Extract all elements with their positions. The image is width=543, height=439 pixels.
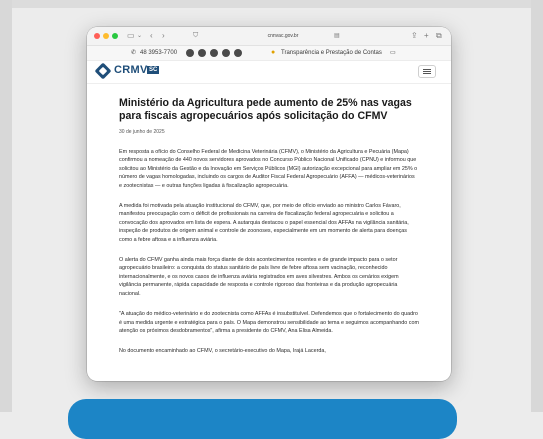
close-window-button[interactable] bbox=[94, 33, 100, 39]
phone-icon: ✆ bbox=[131, 50, 137, 56]
site-logo-badge: SC bbox=[147, 66, 160, 74]
reader-icon[interactable]: ▤ bbox=[334, 31, 340, 42]
article-paragraph: A medida foi motivada pela atuação insti… bbox=[119, 203, 409, 243]
threads-icon[interactable] bbox=[234, 49, 242, 57]
article-paragraph: "A atuação do médico-veterinário e do zo… bbox=[119, 311, 419, 334]
contact-bar: ✆ 48 3953-7700 ● Transparência e Prestaç… bbox=[87, 46, 451, 61]
youtube-icon[interactable] bbox=[222, 49, 230, 57]
shield-icon: ⛉ bbox=[193, 32, 199, 39]
site-header: CRMV SC bbox=[87, 61, 451, 84]
browser-window: ▭ ⌄ ‹ › ⛉ cnnvac.gov.br ▤ ⇪ + ⧉ ✆ 48 395… bbox=[87, 27, 451, 381]
menu-button[interactable] bbox=[418, 65, 436, 78]
article-paragraph: O alerta do CFMV ganha ainda mais força … bbox=[119, 257, 399, 297]
url-text: cnnvac.gov.br bbox=[267, 33, 299, 39]
back-icon[interactable]: ‹ bbox=[150, 30, 153, 41]
address-bar[interactable]: cnnvac.gov.br bbox=[240, 31, 326, 41]
backdrop-right-edge bbox=[531, 0, 543, 412]
facebook-icon[interactable] bbox=[210, 49, 218, 57]
zoom-window-button[interactable] bbox=[112, 33, 118, 39]
instagram-icon[interactable] bbox=[198, 49, 206, 57]
tabs-icon[interactable]: ⧉ bbox=[436, 30, 442, 41]
new-tab-icon[interactable]: + bbox=[424, 30, 429, 41]
article-paragraph: Em resposta a ofício do Conselho Federal… bbox=[119, 149, 418, 189]
article: Ministério da Agricultura pede aumento d… bbox=[119, 97, 419, 356]
article-date: 30 de junho de 2025 bbox=[119, 129, 165, 135]
sidebar-icon[interactable]: ▭ bbox=[127, 30, 135, 41]
backdrop-top-edge bbox=[0, 0, 543, 8]
phone-number[interactable]: 48 3953-7700 bbox=[140, 48, 177, 58]
chat-icon[interactable]: ▭ bbox=[390, 48, 396, 58]
menu-icon bbox=[423, 69, 431, 70]
article-paragraph: No documento encaminhado ao CFMV, o secr… bbox=[119, 348, 326, 355]
logo-icon[interactable] bbox=[94, 62, 112, 80]
transparency-icon: ● bbox=[271, 49, 276, 56]
cta-banner[interactable] bbox=[68, 399, 457, 439]
minimize-window-button[interactable] bbox=[103, 33, 109, 39]
backdrop-left-edge bbox=[0, 0, 12, 412]
whatsapp-icon[interactable] bbox=[186, 49, 194, 57]
transparency-link[interactable]: Transparência e Prestação de Contas bbox=[281, 48, 382, 58]
article-title: Ministério da Agricultura pede aumento d… bbox=[119, 97, 412, 122]
forward-icon[interactable]: › bbox=[162, 30, 165, 41]
browser-toolbar: ▭ ⌄ ‹ › ⛉ cnnvac.gov.br ▤ ⇪ + ⧉ bbox=[87, 27, 451, 46]
site-logo[interactable]: CRMV bbox=[114, 64, 148, 76]
chevron-down-icon[interactable]: ⌄ bbox=[137, 31, 142, 42]
share-icon[interactable]: ⇪ bbox=[411, 30, 418, 41]
